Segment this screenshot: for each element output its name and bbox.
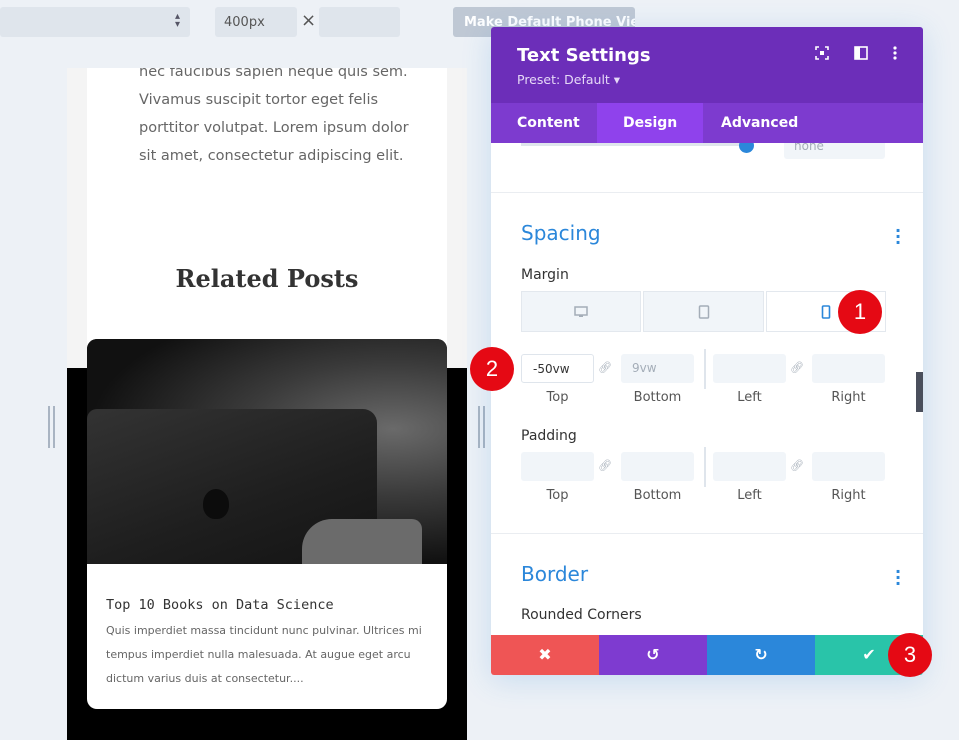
post-featured-image[interactable]: [87, 339, 447, 564]
margin-top-label: Top: [546, 390, 569, 405]
select-arrows-icon: ▴ ▾: [174, 11, 180, 30]
panel-footer: ✖ ↺ ↻ ✔: [491, 635, 923, 675]
margin-right-label: Right: [831, 390, 866, 405]
cancel-button[interactable]: ✖: [491, 635, 599, 675]
section-divider: [491, 533, 923, 534]
padding-right-input[interactable]: [812, 452, 885, 481]
range-slider-handle[interactable]: [739, 143, 754, 153]
expand-icon[interactable]: [814, 46, 830, 62]
rounded-corners-label: Rounded Corners: [521, 607, 642, 623]
link-icon[interactable]: 🔗︎: [790, 361, 804, 374]
preview-mode-select[interactable]: ▴ ▾: [0, 7, 190, 37]
undo-button[interactable]: ↺: [599, 635, 707, 675]
range-value-input[interactable]: none: [784, 143, 885, 159]
section-divider: [491, 192, 923, 193]
phone-icon: [821, 304, 831, 319]
panel-header[interactable]: Text Settings Preset: Default ▾: [491, 27, 923, 103]
hand-shape: [302, 519, 422, 564]
desktop-icon: [574, 305, 588, 317]
field-separator: [704, 447, 706, 487]
step-badge-3: 3: [888, 633, 932, 677]
preview-width-input[interactable]: 400px: [215, 7, 297, 37]
phone-preview: nec faucibus sapien neque quis sem. Viva…: [67, 68, 467, 740]
field-separator: [704, 349, 706, 389]
apple-logo-icon: [203, 489, 229, 519]
resize-handle-left[interactable]: [48, 406, 55, 448]
margin-left-input[interactable]: [713, 354, 786, 383]
panel-tabs: Content Design Advanced: [491, 103, 923, 143]
tablet-icon: [698, 304, 709, 319]
preset-dropdown[interactable]: Preset: Default ▾: [517, 72, 620, 87]
padding-left-label: Left: [737, 488, 762, 503]
spacing-section-title[interactable]: Spacing: [521, 221, 601, 245]
tab-design[interactable]: Design: [597, 103, 704, 143]
padding-left-input[interactable]: [713, 452, 786, 481]
redo-button[interactable]: ↻: [707, 635, 815, 675]
padding-bottom-label: Bottom: [633, 488, 682, 503]
padding-label: Padding: [521, 428, 577, 444]
resize-handle-right[interactable]: [478, 406, 485, 448]
link-icon[interactable]: 🔗︎: [790, 459, 804, 472]
margin-bottom-label: Bottom: [633, 390, 682, 405]
padding-bottom-input[interactable]: [621, 452, 694, 481]
margin-left-label: Left: [737, 390, 762, 405]
margin-right-input[interactable]: [812, 354, 885, 383]
more-vertical-icon[interactable]: [887, 46, 903, 62]
padding-top-input[interactable]: [521, 452, 594, 481]
margin-label: Margin: [521, 267, 569, 283]
margin-bottom-input[interactable]: 9vw: [621, 354, 694, 383]
link-icon[interactable]: 🔗︎: [598, 361, 612, 374]
margin-top-input[interactable]: -50vw: [521, 354, 594, 383]
link-icon[interactable]: 🔗︎: [598, 459, 612, 472]
panel-title: Text Settings: [517, 45, 651, 66]
tablet-device-tab[interactable]: [643, 291, 764, 332]
scrollbar-handle[interactable]: [916, 372, 923, 412]
tab-content[interactable]: Content: [491, 103, 606, 143]
padding-top-label: Top: [546, 488, 569, 503]
post-title[interactable]: Top 10 Books on Data Science: [106, 597, 334, 613]
preview-height-input[interactable]: [319, 7, 400, 37]
dimension-separator: ×: [301, 10, 317, 31]
border-options-icon[interactable]: · · ·: [895, 564, 901, 592]
step-badge-2: 2: [470, 347, 514, 391]
post-card[interactable]: Top 10 Books on Data Science Quis imperd…: [87, 339, 447, 709]
step-badge-1: 1: [838, 290, 882, 334]
tab-advanced[interactable]: Advanced: [695, 103, 824, 143]
split-view-icon[interactable]: [853, 46, 869, 62]
padding-right-label: Right: [831, 488, 866, 503]
range-slider-track[interactable]: [521, 143, 746, 146]
panel-body: none Spacing · · · Margin -50vw 🔗︎ 9vw 🔗︎ …: [491, 143, 923, 635]
post-excerpt: Quis imperdiet massa tincidunt nunc pulv…: [106, 624, 422, 685]
body-paragraph[interactable]: nec faucibus sapien neque quis sem. Viva…: [139, 68, 409, 170]
spacing-options-icon[interactable]: · · ·: [895, 223, 901, 251]
border-section-title[interactable]: Border: [521, 562, 588, 586]
desktop-device-tab[interactable]: [521, 291, 641, 332]
related-posts-heading[interactable]: Related Posts: [67, 264, 467, 293]
text-settings-panel: Text Settings Preset: Default ▾ Content …: [491, 27, 923, 675]
